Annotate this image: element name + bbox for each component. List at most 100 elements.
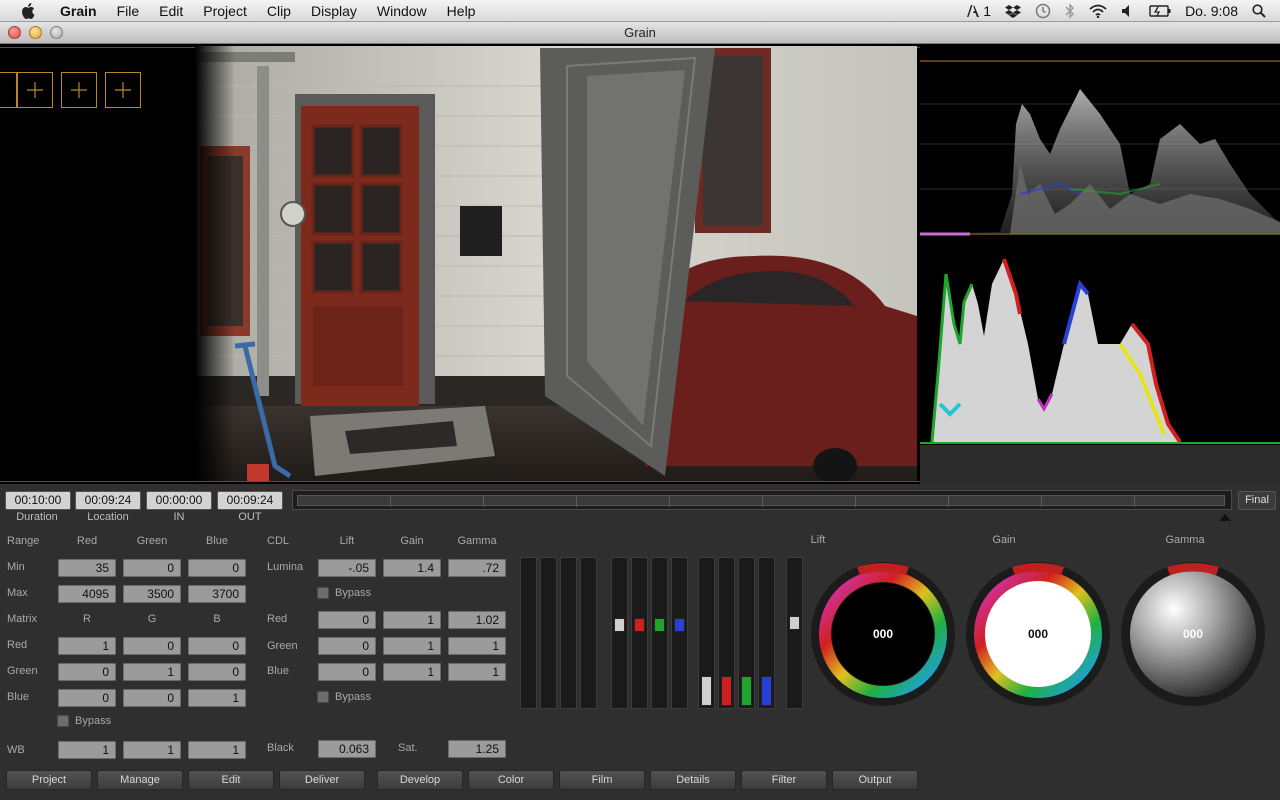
tab-project[interactable]: Project [6,770,92,790]
menu-file[interactable]: File [107,0,150,22]
wb-green-field[interactable]: 1 [123,741,181,759]
cdl-red-gain-field[interactable]: 1 [383,611,441,629]
cdl-lumina-gain-field[interactable]: 1.4 [383,559,441,577]
matrix-red-b-field[interactable]: 0 [188,637,246,655]
tab-edit[interactable]: Edit [188,770,274,790]
black-field[interactable]: 0.063 [318,740,376,758]
menu-display[interactable]: Display [301,0,367,22]
cdl-green-gain-field[interactable]: 1 [383,637,441,655]
cdl-green-gamma-field[interactable]: 1 [448,637,506,655]
lift-master-fader[interactable] [611,557,628,709]
gain-blue-fader[interactable] [758,557,775,709]
menu-project[interactable]: Project [193,0,257,22]
tab-color[interactable]: Color [468,770,554,790]
tab-output[interactable]: Output [832,770,918,790]
gamma-fader[interactable] [786,557,803,709]
tab-details[interactable]: Details [650,770,736,790]
checkbox-box[interactable] [317,587,329,599]
checkbox-box[interactable] [317,691,329,703]
matrix-green-g-field[interactable]: 1 [123,663,181,681]
lift-color-wheel[interactable]: 000 [810,561,956,707]
timeline-scrubber[interactable] [292,490,1232,521]
grid-marker[interactable] [17,72,53,108]
fader-slider[interactable] [560,557,577,709]
cdl-red-gamma-field[interactable]: 1.02 [448,611,506,629]
range-min-blue-field[interactable]: 0 [188,559,246,577]
menu-clip[interactable]: Clip [257,0,301,22]
menu-help[interactable]: Help [437,0,486,22]
menu-window[interactable]: Window [367,0,437,22]
tab-manage[interactable]: Manage [97,770,183,790]
grid-marker[interactable] [105,72,141,108]
matrix-red-r-field[interactable]: 1 [58,637,116,655]
lift-blue-fader[interactable] [671,557,688,709]
range-max-green-field[interactable]: 3500 [123,585,181,603]
cdl-lumina-lift-field[interactable]: -.05 [318,559,376,577]
fader-slider[interactable] [580,557,597,709]
dropbox-icon[interactable] [1005,4,1022,18]
adobe-status-icon[interactable]: 1 [966,3,991,19]
bluetooth-icon[interactable] [1065,2,1075,19]
matrix-bypass-checkbox[interactable]: Bypass [57,715,111,727]
apple-menu-icon[interactable] [18,0,38,22]
range-min-green-field[interactable]: 0 [123,559,181,577]
matrix-blue-g-field[interactable]: 0 [123,689,181,707]
minimize-window-button[interactable] [29,26,42,39]
grid-marker[interactable] [61,72,97,108]
menubar-clock[interactable]: Do. 9:08 [1185,3,1238,19]
tab-deliver[interactable]: Deliver [279,770,365,790]
gain-red-fader[interactable] [718,557,735,709]
matrix-green-r-field[interactable]: 0 [58,663,116,681]
final-button[interactable]: Final [1238,491,1276,510]
in-timecode[interactable]: 00:00:00 [146,491,212,510]
out-timecode[interactable]: 00:09:24 [217,491,283,510]
volume-icon[interactable] [1121,4,1135,18]
cdl-blue-gamma-field[interactable]: 1 [448,663,506,681]
fader-slider[interactable] [520,557,537,709]
cdl-lumina-bypass-checkbox[interactable]: Bypass [317,587,371,599]
location-timecode[interactable]: 00:09:24 [75,491,141,510]
fader-knob[interactable] [674,618,685,632]
fader-knob[interactable] [614,618,625,632]
fader-slider[interactable] [540,557,557,709]
lift-green-fader[interactable] [651,557,668,709]
menu-app-grain[interactable]: Grain [50,0,107,22]
matrix-red-g-field[interactable]: 0 [123,637,181,655]
zoom-window-button[interactable] [50,26,63,39]
time-machine-icon[interactable] [1035,3,1051,19]
tab-film[interactable]: Film [559,770,645,790]
cdl-lumina-gamma-field[interactable]: .72 [448,559,506,577]
gain-master-fader[interactable] [698,557,715,709]
saturation-field[interactable]: 1.25 [448,740,506,758]
gain-color-wheel[interactable]: 000 [965,561,1111,707]
close-window-button[interactable] [8,26,21,39]
range-max-blue-field[interactable]: 3700 [188,585,246,603]
matrix-green-b-field[interactable]: 0 [188,663,246,681]
cdl-blue-gain-field[interactable]: 1 [383,663,441,681]
fader-knob[interactable] [634,618,645,632]
timeline-track[interactable] [297,495,1225,507]
cdl-blue-lift-field[interactable]: 0 [318,663,376,681]
checkbox-box[interactable] [57,715,69,727]
tab-develop[interactable]: Develop [377,770,463,790]
image-viewer[interactable] [0,44,920,484]
fader-knob[interactable] [789,616,800,630]
matrix-blue-r-field[interactable]: 0 [58,689,116,707]
wifi-icon[interactable] [1089,4,1107,18]
wb-blue-field[interactable]: 1 [188,741,246,759]
matrix-blue-b-field[interactable]: 1 [188,689,246,707]
wb-red-field[interactable]: 1 [58,741,116,759]
cdl-red-lift-field[interactable]: 0 [318,611,376,629]
range-max-red-field[interactable]: 4095 [58,585,116,603]
cdl-green-lift-field[interactable]: 0 [318,637,376,655]
tab-filter[interactable]: Filter [741,770,827,790]
fader-knob[interactable] [654,618,665,632]
grid-marker[interactable] [0,72,17,108]
gamma-color-wheel[interactable]: 000 [1120,561,1266,707]
playhead-marker-icon[interactable] [1219,508,1231,526]
lift-red-fader[interactable] [631,557,648,709]
spotlight-search-icon[interactable] [1252,3,1266,18]
range-min-red-field[interactable]: 35 [58,559,116,577]
battery-icon[interactable] [1149,4,1171,18]
duration-timecode[interactable]: 00:10:00 [5,491,71,510]
